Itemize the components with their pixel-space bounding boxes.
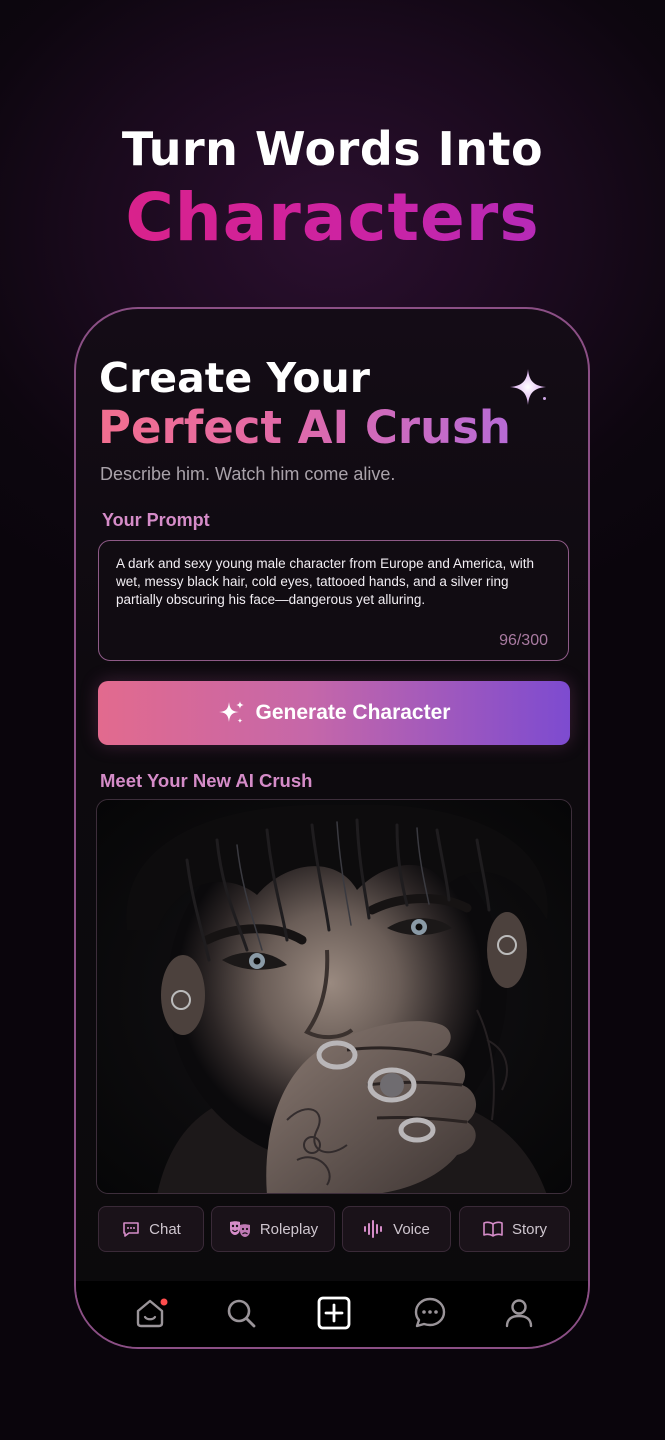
sparkle-icon <box>218 701 244 724</box>
hero-title-line2: Characters <box>0 180 665 256</box>
chip-story[interactable]: Story <box>459 1206 570 1252</box>
character-portrait <box>96 799 572 1194</box>
user-icon <box>505 1299 533 1328</box>
chip-roleplay-label: Roleplay <box>259 1220 319 1238</box>
home-icon <box>136 1298 168 1328</box>
result-label: Meet Your New AI Crush <box>100 770 313 791</box>
chip-story-label: Story <box>511 1220 547 1238</box>
search-icon <box>227 1299 256 1328</box>
hero-heading: Turn Words Into Characters <box>0 118 665 256</box>
card-title-line2: Perfect AI Crush <box>98 401 511 454</box>
nav-create[interactable] <box>316 1295 352 1331</box>
feature-chips: Chat Roleplay Voice Story <box>98 1206 570 1252</box>
nav-messages[interactable] <box>412 1295 448 1331</box>
card-subtitle: Describe him. Watch him come alive. <box>100 464 396 484</box>
chip-chat-label: Chat <box>149 1220 181 1238</box>
chip-voice-label: Voice <box>393 1220 430 1238</box>
generate-button-label: Generate Character <box>255 701 451 724</box>
sparkle-decoration-icon <box>510 369 546 405</box>
generate-character-button[interactable]: Generate Character <box>98 681 570 745</box>
prompt-char-count: 96/300 <box>499 632 548 649</box>
message-icon <box>414 1297 446 1328</box>
theater-masks-icon <box>229 1221 250 1237</box>
nav-search[interactable] <box>223 1295 259 1331</box>
open-book-icon <box>483 1221 503 1237</box>
nav-profile[interactable] <box>501 1295 537 1331</box>
bottom-nav <box>76 1281 588 1347</box>
chip-roleplay[interactable]: Roleplay <box>211 1206 335 1252</box>
hero-title-line1: Turn Words Into <box>121 122 544 176</box>
notification-dot <box>160 1298 168 1306</box>
soundwave-icon <box>364 1220 383 1238</box>
prompt-text[interactable]: A dark and sexy young male character fro… <box>116 555 556 609</box>
chip-voice[interactable]: Voice <box>342 1206 451 1252</box>
chip-chat[interactable]: Chat <box>98 1206 204 1252</box>
nav-home[interactable] <box>132 1295 168 1331</box>
plus-square-icon <box>317 1296 351 1330</box>
card-title-line1: Create Your <box>99 354 370 402</box>
portrait-illustration <box>97 800 571 1193</box>
phone-mockup: Create Your Perfect AI Crush Describe hi… <box>74 307 590 1349</box>
prompt-label: Your Prompt <box>102 510 210 530</box>
prompt-input[interactable]: A dark and sexy young male character fro… <box>98 540 569 661</box>
sparkle-dot <box>543 397 546 400</box>
chat-bubble-icon <box>123 1222 139 1237</box>
